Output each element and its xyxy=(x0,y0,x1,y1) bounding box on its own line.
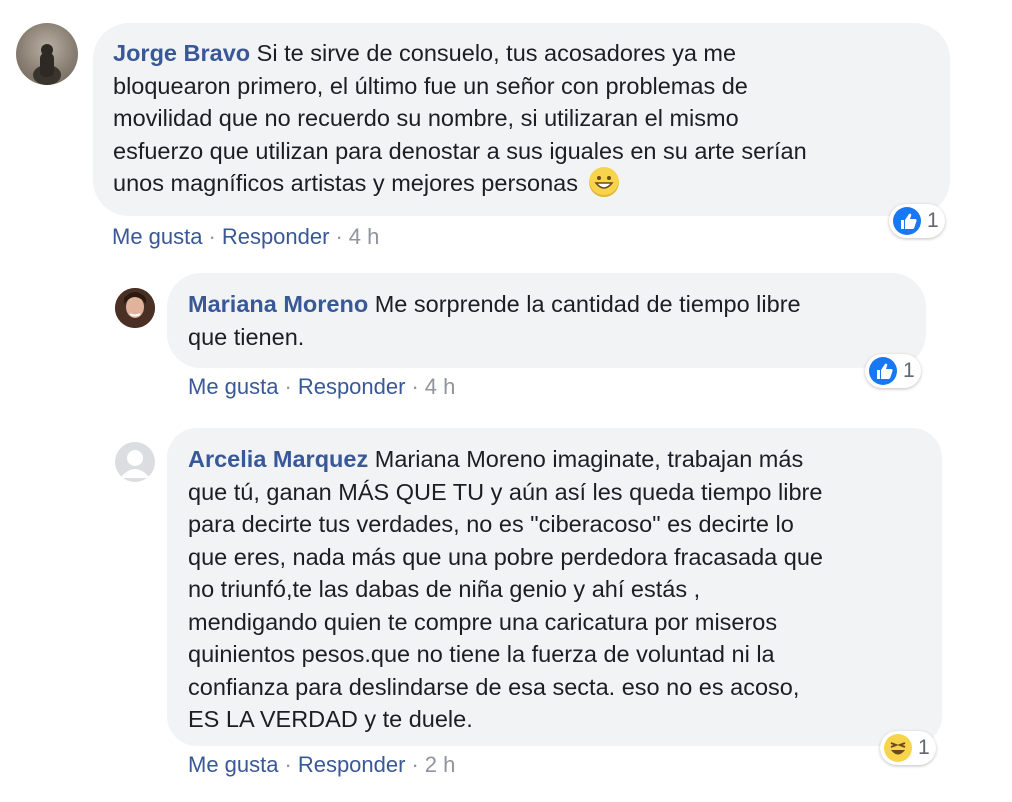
comment-text-line: mendigando quien te compre una caricatur… xyxy=(188,608,778,635)
grinning-face-icon xyxy=(588,167,619,197)
reaction-count[interactable]: 1 xyxy=(889,204,945,238)
haha-icon xyxy=(884,734,912,762)
reaction-number: 1 xyxy=(927,209,939,232)
comment-text-line: ES LA VERDAD y te duele. xyxy=(188,706,473,732)
comment-text-line: quinientos pesos.que no tiene la fuerza … xyxy=(188,641,775,667)
avatar-photo-icon xyxy=(33,44,61,85)
comment-text-line: que tú, ganan MÁS QUE TU y aún así les q… xyxy=(188,478,823,505)
comment-text-line: Si te sirve de consuelo, tus acosadores … xyxy=(256,40,737,66)
comment-bubble: Arcelia Marquez Mariana Moreno imaginate… xyxy=(167,428,942,746)
avatar-jorge-bravo[interactable] xyxy=(16,23,78,85)
comment-text-line: bloquearon primero, el último fue un señ… xyxy=(113,72,748,99)
reaction-number: 1 xyxy=(903,359,915,382)
comment-actions: Me gusta · Responder · 4 h xyxy=(112,224,379,250)
reply-link[interactable]: Responder xyxy=(298,752,406,777)
comment-bubble: Jorge Bravo Si te sirve de consuelo, tus… xyxy=(93,23,950,216)
comment-timestamp[interactable]: 2 h xyxy=(425,752,456,777)
separator-dot: · xyxy=(284,752,292,777)
separator-dot: · xyxy=(284,374,292,399)
separator-dot: · xyxy=(411,374,419,399)
comment-actions: Me gusta · Responder · 2 h xyxy=(188,752,455,778)
comment-text-line: que eres, nada más que una pobre perdedo… xyxy=(188,543,823,570)
like-link[interactable]: Me gusta xyxy=(188,752,279,777)
comment-actions: Me gusta · Responder · 4 h xyxy=(188,374,455,400)
thumbs-up-icon xyxy=(893,207,921,235)
comment-text-line: Mariana Moreno imaginate, trabajan más xyxy=(374,446,804,472)
comment-author[interactable]: Jorge Bravo xyxy=(113,40,250,66)
avatar-arcelia-marquez[interactable] xyxy=(115,442,155,482)
comment-timestamp[interactable]: 4 h xyxy=(425,374,456,399)
reaction-number: 1 xyxy=(918,736,930,759)
comment-text-line: para decirte tus verdades, no es "cibera… xyxy=(188,511,794,537)
separator-dot: · xyxy=(411,752,419,777)
default-user-icon xyxy=(120,450,150,478)
comment-bubble: Mariana Moreno Me sorprende la cantidad … xyxy=(167,273,926,368)
comment-text-line: unos magníficos artistas y mejores perso… xyxy=(113,170,578,196)
reaction-count[interactable]: 1 xyxy=(865,354,921,388)
like-link[interactable]: Me gusta xyxy=(188,374,279,399)
thumbs-up-icon xyxy=(869,357,897,385)
reaction-count[interactable]: 1 xyxy=(880,731,936,765)
separator-dot: · xyxy=(335,224,343,249)
comment-text-line: confianza para deslindarse de esa secta.… xyxy=(188,673,800,700)
comment-text-line: movilidad que no recuerdo su nombre, si … xyxy=(113,105,739,131)
comment-author[interactable]: Arcelia Marquez xyxy=(188,446,368,472)
comment-text-line: que tienen. xyxy=(188,323,305,350)
reply-link[interactable]: Responder xyxy=(298,374,406,399)
comment-text-line: no triunfó,te las dabas de niña genio y … xyxy=(188,576,701,602)
comment-author[interactable]: Mariana Moreno xyxy=(188,291,368,317)
comment-text-line: esfuerzo que utilizan para denostar a su… xyxy=(113,137,807,164)
like-link[interactable]: Me gusta xyxy=(112,224,203,249)
comment-timestamp[interactable]: 4 h xyxy=(349,224,380,249)
reply-link[interactable]: Responder xyxy=(222,224,330,249)
separator-dot: · xyxy=(208,224,216,249)
avatar-mariana-moreno[interactable] xyxy=(115,288,155,328)
avatar-photo-icon xyxy=(115,288,155,328)
comment-text-line: Me sorprende la cantidad de tiempo libre xyxy=(374,291,801,317)
